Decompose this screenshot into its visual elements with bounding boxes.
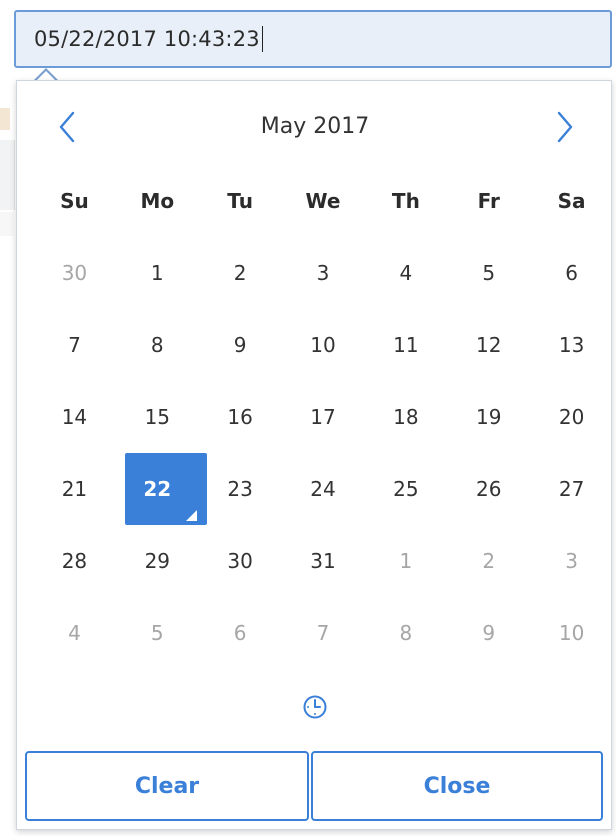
day-cell[interactable]: 28: [33, 525, 116, 597]
day-cell[interactable]: 7: [33, 309, 116, 381]
weekday-header-row: Su Mo Tu We Th Fr Sa: [33, 165, 613, 237]
clock-icon: [303, 695, 327, 719]
next-month-button[interactable]: [543, 105, 587, 149]
day-cell[interactable]: 23: [199, 453, 282, 525]
day-cell[interactable]: 21: [33, 453, 116, 525]
day-cell[interactable]: 26: [447, 453, 530, 525]
day-cell[interactable]: 24: [282, 453, 365, 525]
month-title[interactable]: May 2017: [167, 109, 463, 145]
day-cell-other-month[interactable]: 6: [199, 597, 282, 669]
day-cell[interactable]: 25: [364, 453, 447, 525]
page: 05/22/2017 10:43:23 May 2017 Su Mo Tu We…: [0, 0, 616, 836]
day-cell[interactable]: 16: [199, 381, 282, 453]
day-cell[interactable]: 4: [364, 237, 447, 309]
datetime-input[interactable]: 05/22/2017 10:43:23: [14, 10, 612, 68]
day-cell-other-month[interactable]: 5: [116, 597, 199, 669]
day-cell[interactable]: 20: [530, 381, 613, 453]
day-cell[interactable]: 15: [116, 381, 199, 453]
day-cell[interactable]: 11: [364, 309, 447, 381]
week-row: 7 8 9 10 11 12 13: [33, 309, 613, 381]
weekday-header: Fr: [477, 189, 500, 213]
week-row: 30 1 2 3 4 5 6: [33, 237, 613, 309]
text-caret: [261, 26, 263, 52]
day-cell[interactable]: 30: [199, 525, 282, 597]
clear-button[interactable]: Clear: [25, 751, 309, 821]
day-cell[interactable]: 12: [447, 309, 530, 381]
datetime-picker-popup: May 2017 Su Mo Tu We Th Fr Sa 30 1 2 3 4: [16, 80, 612, 830]
day-cell-other-month[interactable]: 1: [364, 525, 447, 597]
day-cell[interactable]: 31: [282, 525, 365, 597]
weekday-header: Tu: [227, 189, 253, 213]
weekday-header: We: [305, 189, 341, 213]
day-cell[interactable]: 27: [530, 453, 613, 525]
today-marker: [185, 510, 197, 521]
day-cell[interactable]: 5: [447, 237, 530, 309]
close-button[interactable]: Close: [311, 751, 603, 821]
day-cell-other-month[interactable]: 7: [282, 597, 365, 669]
background-fragment: [0, 108, 10, 130]
background-fragment: [0, 140, 15, 210]
background-fragment: [0, 212, 14, 236]
day-cell[interactable]: 10: [282, 309, 365, 381]
day-cell[interactable]: 29: [116, 525, 199, 597]
day-cell[interactable]: 3: [282, 237, 365, 309]
day-cell-selected[interactable]: 22: [116, 453, 207, 525]
calendar-grid: Su Mo Tu We Th Fr Sa 30 1 2 3 4 5 6 7 8 …: [33, 165, 613, 669]
week-row: 14 15 16 17 18 19 20: [33, 381, 613, 453]
day-cell[interactable]: 13: [530, 309, 613, 381]
day-cell-other-month[interactable]: 4: [33, 597, 116, 669]
day-cell-other-month[interactable]: 2: [447, 525, 530, 597]
week-row: 28 29 30 31 1 2 3: [33, 525, 613, 597]
day-cell-other-month[interactable]: 9: [447, 597, 530, 669]
day-cell[interactable]: 8: [116, 309, 199, 381]
day-cell-other-month[interactable]: 8: [364, 597, 447, 669]
day-cell[interactable]: 14: [33, 381, 116, 453]
day-cell[interactable]: 18: [364, 381, 447, 453]
day-cell-other-month[interactable]: 10: [530, 597, 613, 669]
day-cell[interactable]: 19: [447, 381, 530, 453]
datetime-input-value[interactable]: 05/22/2017 10:43:23: [34, 27, 260, 51]
weekday-header: Su: [60, 189, 89, 213]
weekday-header: Sa: [557, 189, 586, 213]
day-cell[interactable]: 6: [530, 237, 613, 309]
weekday-header: Mo: [140, 189, 175, 213]
week-row: 4 5 6 7 8 9 10: [33, 597, 613, 669]
previous-month-button[interactable]: [45, 105, 89, 149]
week-row: 21 22 23 24 25 26 27: [33, 453, 613, 525]
day-cell[interactable]: 2: [199, 237, 282, 309]
day-cell[interactable]: 17: [282, 381, 365, 453]
day-cell[interactable]: 1: [116, 237, 199, 309]
weekday-header: Th: [391, 189, 420, 213]
chevron-right-icon: [557, 111, 573, 143]
time-picker-toggle[interactable]: [299, 691, 331, 723]
day-cell-other-month[interactable]: 30: [33, 237, 116, 309]
chevron-left-icon: [59, 111, 75, 143]
day-cell[interactable]: 9: [199, 309, 282, 381]
selected-day-number: 22: [143, 477, 172, 501]
day-cell-other-month[interactable]: 3: [530, 525, 613, 597]
